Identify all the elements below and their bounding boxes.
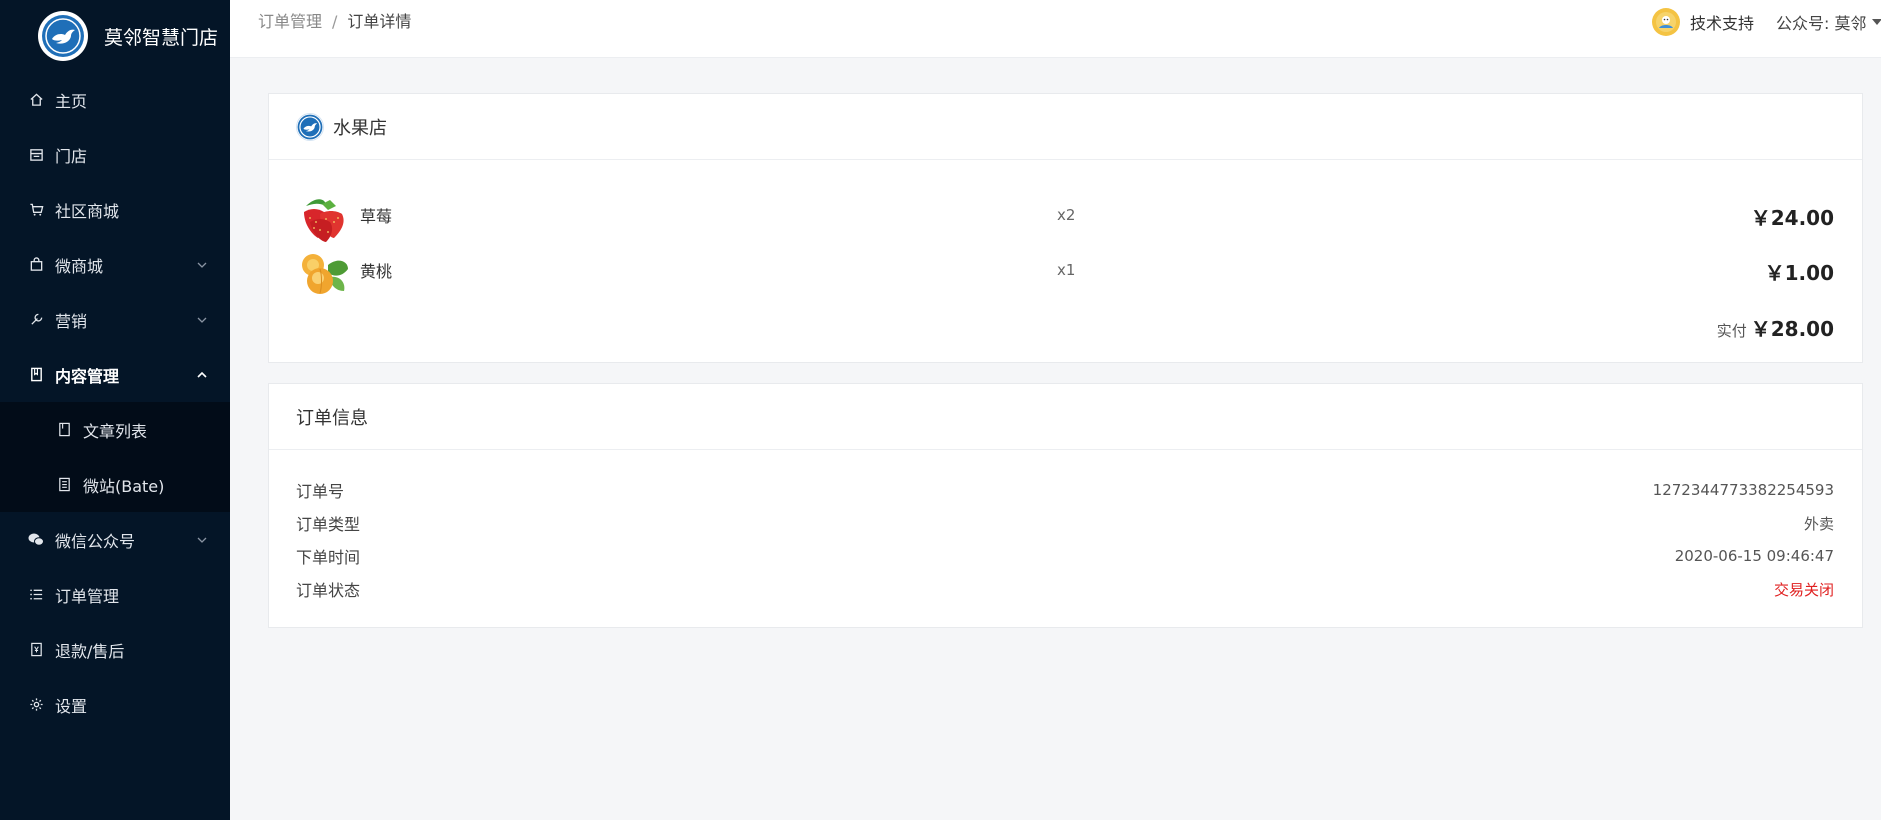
wechat-icon (28, 532, 44, 548)
top-header: 订单管理 / 订单详情 技术支持 公众号: 莫邻 (230, 0, 1881, 58)
sidebar-item-micro-mall[interactable]: 微商城 (0, 237, 230, 292)
shop-name: 水果店 (333, 117, 387, 139)
sidebar-item-label: 订单管理 (55, 586, 120, 606)
account-dropdown[interactable]: 公众号: 莫邻 (1776, 10, 1881, 34)
content-submenu: 文章列表 微站(Bate) (0, 402, 230, 512)
list-icon (28, 587, 44, 603)
tech-support-label: 技术支持 (1690, 14, 1755, 33)
sidebar-item-label: 微信公众号 (55, 531, 136, 551)
site-icon (56, 477, 72, 493)
shop-logo-icon (296, 112, 324, 141)
sidebar-item-order-management[interactable]: 订单管理 (0, 567, 230, 622)
book-icon (28, 367, 44, 383)
paid-amount: ￥28.00 (1750, 317, 1834, 341)
order-number-row: 订单号 1272344773382254593 (296, 477, 1834, 503)
sidebar-item-microsite[interactable]: 微站(Bate) (0, 457, 230, 512)
order-info-title: 订单信息 (296, 407, 368, 429)
sidebar-item-content-management[interactable]: 内容管理 (0, 347, 230, 402)
caret-down-icon (1872, 19, 1881, 25)
sidebar-item-article-list[interactable]: 文章列表 (0, 402, 230, 457)
goods-card: 水果店 草莓 x2 ￥24.00 黄桃 x1 ￥1.00 实付 ￥28.00 (268, 93, 1863, 363)
order-time-value: 2020-06-15 09:46:47 (1674, 547, 1834, 565)
goods-row[interactable]: 黄桃 x1 ￥1.00 (269, 247, 1862, 299)
order-info-card: 订单信息 订单号 1272344773382254593 订单类型 外卖 下单时… (268, 383, 1863, 628)
goods-price: ￥24.00 (1750, 206, 1834, 230)
paid-total: 实付 ￥28.00 (1717, 313, 1834, 342)
sidebar: 莫邻智慧门店 主页 门店 社区商城 微商城 营销 内容管理 文章列表 微站(Ba… (0, 0, 230, 820)
sidebar-item-home[interactable]: 主页 (0, 72, 230, 127)
chevron-up-icon (197, 371, 207, 378)
order-type-value: 外卖 (1803, 514, 1834, 533)
sidebar-item-label: 门店 (55, 146, 88, 166)
chevron-down-icon (197, 537, 207, 543)
order-info-header: 订单信息 (269, 384, 1862, 450)
gear-icon (28, 697, 44, 713)
sidebar-item-wechat[interactable]: 微信公众号 (0, 512, 230, 567)
breadcrumb-current: 订单详情 (347, 12, 412, 31)
account-label: 公众号: 莫邻 (1776, 14, 1867, 33)
shop-header: 水果店 (269, 94, 1862, 160)
order-type-row: 订单类型 外卖 (296, 510, 1834, 536)
sidebar-item-refund[interactable]: 退款/售后 (0, 622, 230, 677)
info-key: 下单时间 (296, 548, 361, 567)
brand[interactable]: 莫邻智慧门店 (0, 0, 230, 72)
bird-icon (38, 11, 88, 61)
sidebar-item-label: 文章列表 (83, 421, 148, 441)
paid-label: 实付 (1716, 322, 1747, 340)
goods-qty: x1 (1057, 261, 1076, 279)
bag-icon (28, 257, 44, 273)
sidebar-item-label: 营销 (55, 311, 88, 331)
home-icon (28, 92, 44, 108)
info-key: 订单状态 (296, 581, 361, 600)
sidebar-item-label: 内容管理 (55, 366, 120, 386)
sidebar-item-label: 微站(Bate) (83, 476, 165, 496)
sidebar-item-store[interactable]: 门店 (0, 127, 230, 182)
order-status-row: 订单状态 交易关闭 (296, 576, 1834, 602)
sidebar-item-label: 退款/售后 (55, 641, 125, 661)
sidebar-item-label: 微商城 (55, 256, 104, 276)
store-icon (28, 147, 44, 163)
sidebar-item-label: 主页 (55, 91, 88, 111)
info-key: 订单类型 (296, 515, 361, 534)
sidebar-item-marketing[interactable]: 营销 (0, 292, 230, 347)
sidebar-item-label: 设置 (55, 696, 88, 716)
goods-row[interactable]: 草莓 x2 ￥24.00 (269, 192, 1862, 244)
tech-support-link[interactable]: 技术支持 (1652, 8, 1754, 36)
brand-name: 莫邻智慧门店 (104, 26, 219, 49)
order-status-badge: 交易关闭 (1773, 580, 1834, 599)
breadcrumb-parent[interactable]: 订单管理 (258, 12, 322, 31)
info-key: 订单号 (296, 482, 345, 501)
support-avatar-icon (1652, 8, 1680, 36)
order-time-row: 下单时间 2020-06-15 09:46:47 (296, 543, 1834, 569)
order-number-value: 1272344773382254593 (1652, 481, 1834, 499)
breadcrumb-separator: / (332, 12, 338, 31)
article-icon (56, 422, 72, 438)
strawberry-image (296, 192, 350, 244)
wrench-icon (28, 312, 44, 328)
goods-price: ￥1.00 (1764, 261, 1834, 285)
sidebar-item-settings[interactable]: 设置 (0, 677, 230, 732)
goods-qty: x2 (1057, 206, 1076, 224)
chevron-down-icon (197, 262, 207, 268)
sidebar-item-label: 社区商城 (55, 201, 120, 221)
cart-icon (28, 202, 44, 218)
chevron-down-icon (197, 317, 207, 323)
peach-image (296, 247, 350, 299)
goods-name: 黄桃 (360, 262, 393, 281)
sidebar-item-community-mall[interactable]: 社区商城 (0, 182, 230, 237)
refund-icon (28, 642, 44, 658)
goods-name: 草莓 (360, 207, 393, 226)
breadcrumb: 订单管理 / 订单详情 (258, 8, 411, 32)
